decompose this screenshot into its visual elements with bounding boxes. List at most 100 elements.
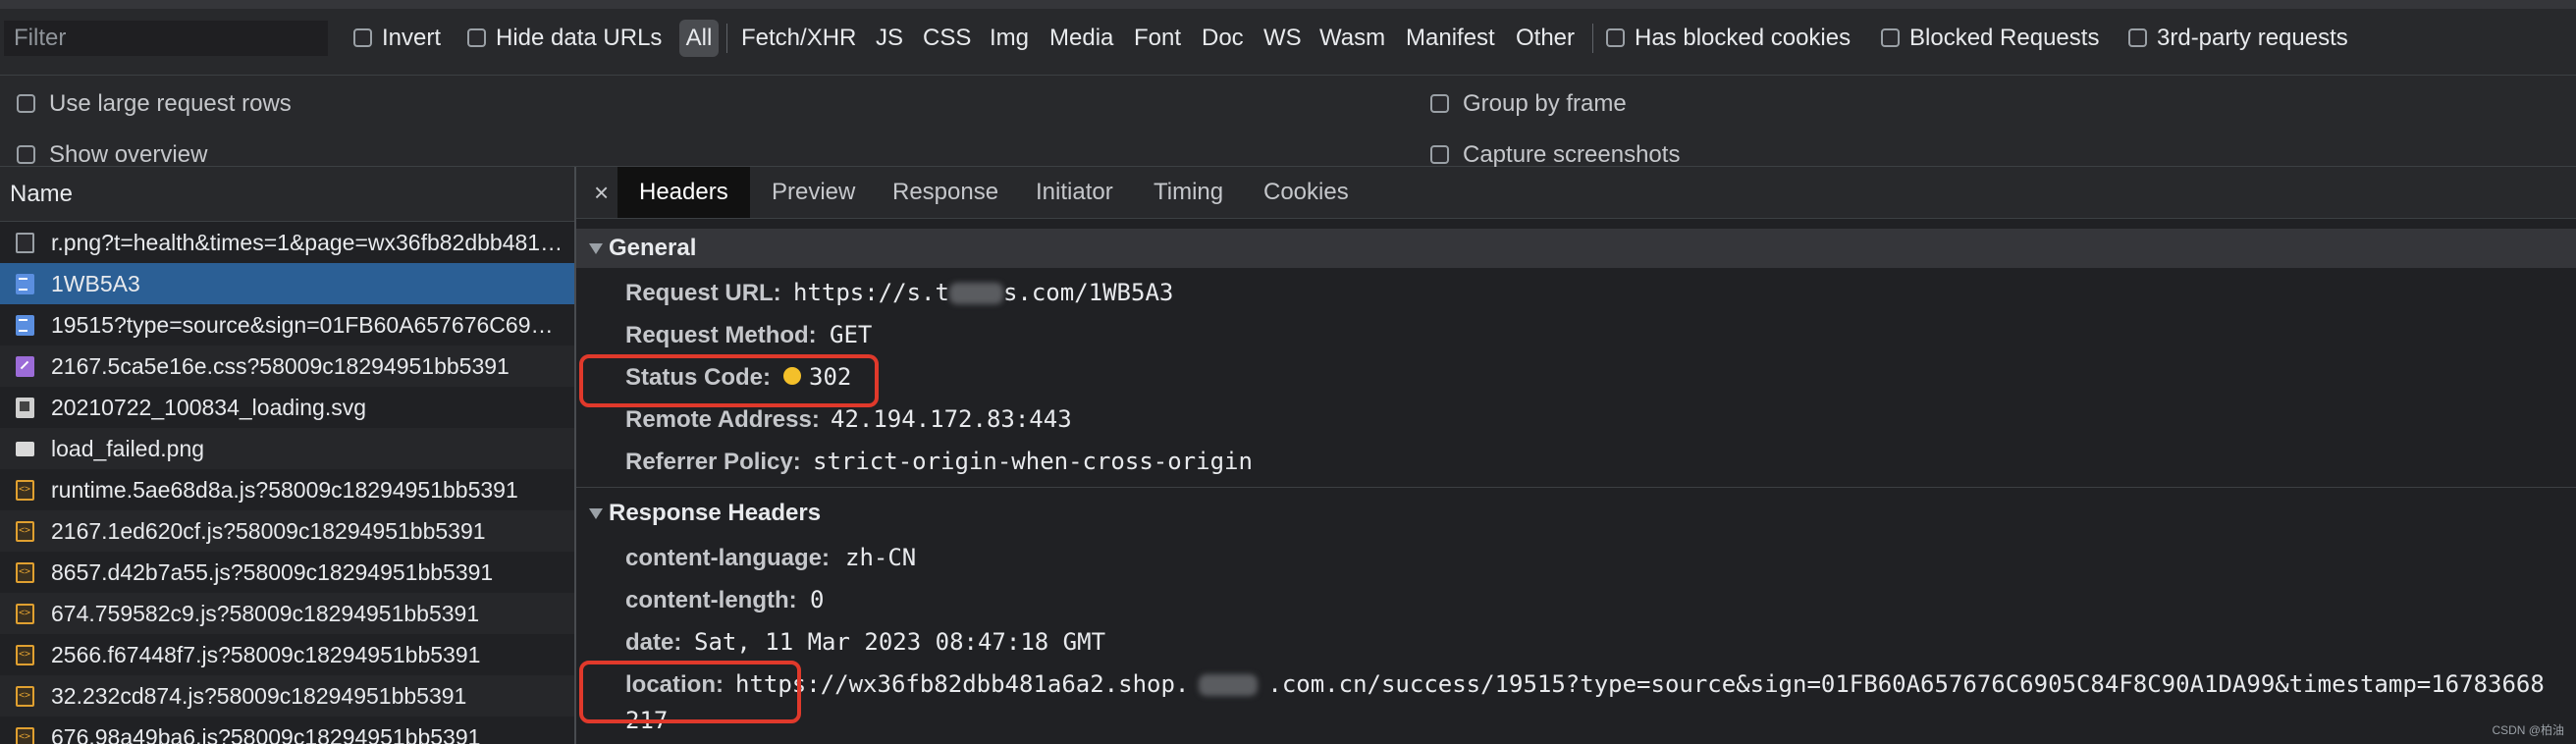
request-row[interactable]: 674.759582c9.js?58009c18294951bb5391 xyxy=(0,593,574,634)
request-row[interactable]: 8657.d42b7a55.js?58009c18294951bb5391 xyxy=(0,552,574,593)
request-name: load_failed.png xyxy=(51,436,205,461)
request-row[interactable]: load_failed.png xyxy=(0,428,574,469)
tab-timing[interactable]: Timing xyxy=(1154,167,1223,218)
group-by-frame-checkbox[interactable]: Group by frame xyxy=(1430,87,1627,121)
request-name: runtime.5ae68d8a.js?58009c18294951bb5391 xyxy=(51,477,518,503)
request-url-value: https://s.t s.com/1WB5A3 xyxy=(793,272,1173,314)
request-row[interactable]: r.png?t=health&times=1&page=wx36fb82dbb4… xyxy=(0,222,574,263)
request-row[interactable]: 2167.5ca5e16e.css?58009c18294951bb5391 xyxy=(0,345,574,387)
type-filter-font[interactable]: Font xyxy=(1134,22,1181,55)
has-blocked-cookies-label: Has blocked cookies xyxy=(1635,25,1852,51)
request-row[interactable]: 2167.1ed620cf.js?58009c18294951bb5391 xyxy=(0,510,574,552)
third-party-requests-checkbox[interactable]: 3rd-party requests xyxy=(2128,22,2348,55)
blocked-requests-checkbox[interactable]: Blocked Requests xyxy=(1881,22,2099,55)
third-party-requests-label: 3rd-party requests xyxy=(2157,25,2348,51)
request-detail-panel: × Headers Preview Response Initiator Tim… xyxy=(576,167,2576,744)
request-row[interactable]: 676.98a49ba6.js?58009c18294951bb5391 xyxy=(0,717,574,744)
location-value: https://wx36fb82dbb481a6a2.shop. .com.cn/… xyxy=(735,664,2545,706)
request-row[interactable]: 32.232cd874.js?58009c18294951bb5391 xyxy=(0,675,574,717)
request-row[interactable]: 2566.f67448f7.js?58009c18294951bb5391 xyxy=(0,634,574,675)
toolbar-separator xyxy=(726,24,727,53)
content-language-value: zh-CN xyxy=(845,544,917,571)
filter-input[interactable]: Filter xyxy=(4,21,328,56)
script-icon xyxy=(16,717,34,744)
request-url-label: Request URL: xyxy=(625,280,781,306)
request-url-part: s.com/1WB5A3 xyxy=(1002,279,1174,306)
request-method-value: GET xyxy=(830,321,873,348)
request-name: 8657.d42b7a55.js?58009c18294951bb5391 xyxy=(51,559,494,585)
large-request-rows-checkbox[interactable]: Use large request rows xyxy=(17,87,292,121)
type-filter-js[interactable]: JS xyxy=(876,22,903,55)
highlight-box-status-code xyxy=(579,354,879,407)
tab-response[interactable]: Response xyxy=(892,167,998,218)
show-overview-label: Show overview xyxy=(49,141,208,168)
name-column-header[interactable]: Name xyxy=(0,167,574,222)
document-icon xyxy=(16,233,34,253)
third-party-requests-box[interactable] xyxy=(2128,27,2147,47)
request-name: r.png?t=health&times=1&page=wx36fb82dbb4… xyxy=(51,230,564,255)
invert-label: Invert xyxy=(382,25,442,51)
request-name: 2167.1ed620cf.js?58009c18294951bb5391 xyxy=(51,518,486,544)
capture-screenshots-label: Capture screenshots xyxy=(1463,141,1681,168)
filter-toolbar: Filter Invert Hide data URLs All Fetch/X… xyxy=(0,0,2576,76)
tab-initiator[interactable]: Initiator xyxy=(1036,167,1113,218)
request-url-part: https://s.t xyxy=(793,279,949,306)
image-icon xyxy=(16,442,34,456)
request-row-selected[interactable]: 1WB5A3 xyxy=(0,263,574,304)
request-row[interactable]: 19515?type=source&sign=01FB60A657676C690… xyxy=(0,304,574,345)
general-section-header[interactable]: General xyxy=(576,229,2576,268)
response-headers-section-header[interactable]: Response Headers xyxy=(576,494,2576,533)
request-name: 676.98a49ba6.js?58009c18294951bb5391 xyxy=(51,724,481,744)
content-language-label: content-language: xyxy=(625,545,830,571)
tab-headers[interactable]: Headers xyxy=(617,167,750,218)
content-language-row: content-language: zh-CN xyxy=(576,537,2576,579)
type-filter-manifest[interactable]: Manifest xyxy=(1406,22,1495,55)
tab-cookies[interactable]: Cookies xyxy=(1263,167,1349,218)
group-by-frame-label: Group by frame xyxy=(1463,90,1627,117)
invert-checkbox-box[interactable] xyxy=(353,27,372,47)
request-method-row: Request Method: GET xyxy=(576,314,2576,356)
script-icon xyxy=(16,593,34,634)
network-settings: Use large request rows Show overview Gro… xyxy=(0,76,2576,168)
script-icon xyxy=(16,510,34,552)
general-title: General xyxy=(609,235,697,261)
image-icon xyxy=(16,398,34,418)
has-blocked-cookies-checkbox[interactable]: Has blocked cookies xyxy=(1606,22,1851,55)
script-icon xyxy=(16,675,34,717)
request-name: 674.759582c9.js?58009c18294951bb5391 xyxy=(51,601,480,626)
type-filter-other[interactable]: Other xyxy=(1516,22,1575,55)
large-request-rows-box[interactable] xyxy=(17,93,35,113)
request-name: 20210722_100834_loading.svg xyxy=(51,395,367,420)
blocked-requests-box[interactable] xyxy=(1881,27,1900,47)
collapse-triangle-icon xyxy=(589,508,603,519)
hide-data-urls-box[interactable] xyxy=(467,27,486,47)
request-row[interactable]: 20210722_100834_loading.svg xyxy=(0,387,574,428)
request-row[interactable]: runtime.5ae68d8a.js?58009c18294951bb5391 xyxy=(0,469,574,510)
request-url-row: Request URL: https://s.t s.com/1WB5A3 xyxy=(576,272,2576,314)
referrer-policy-value: strict-origin-when-cross-origin xyxy=(813,448,1253,475)
collapse-triangle-icon xyxy=(589,243,603,254)
capture-screenshots-box[interactable] xyxy=(1430,144,1449,164)
location-continuation-row: 217 xyxy=(576,706,2576,735)
hide-data-urls-label: Hide data URLs xyxy=(496,25,663,51)
close-icon[interactable]: × xyxy=(594,167,609,218)
request-method-label: Request Method: xyxy=(625,322,817,348)
hide-data-urls-checkbox[interactable]: Hide data URLs xyxy=(467,22,662,55)
tab-preview[interactable]: Preview xyxy=(772,167,855,218)
type-filter-fetch-xhr[interactable]: Fetch/XHR xyxy=(741,22,856,55)
type-filter-media[interactable]: Media xyxy=(1049,22,1113,55)
type-filter-wasm[interactable]: Wasm xyxy=(1319,22,1385,55)
request-name: 2566.f67448f7.js?58009c18294951bb5391 xyxy=(51,642,481,667)
group-by-frame-box[interactable] xyxy=(1430,93,1449,113)
show-overview-box[interactable] xyxy=(17,144,35,164)
type-filter-all[interactable]: All xyxy=(679,20,719,57)
type-filter-doc[interactable]: Doc xyxy=(1202,22,1244,55)
has-blocked-cookies-box[interactable] xyxy=(1606,27,1625,47)
type-filter-img[interactable]: Img xyxy=(990,22,1029,55)
request-list: Name r.png?t=health&times=1&page=wx36fb8… xyxy=(0,167,576,744)
referrer-policy-row: Referrer Policy: strict-origin-when-cros… xyxy=(576,441,2576,483)
content-length-value: 0 xyxy=(810,586,825,613)
type-filter-ws[interactable]: WS xyxy=(1263,22,1302,55)
invert-checkbox[interactable]: Invert xyxy=(353,22,441,55)
type-filter-css[interactable]: CSS xyxy=(923,22,971,55)
